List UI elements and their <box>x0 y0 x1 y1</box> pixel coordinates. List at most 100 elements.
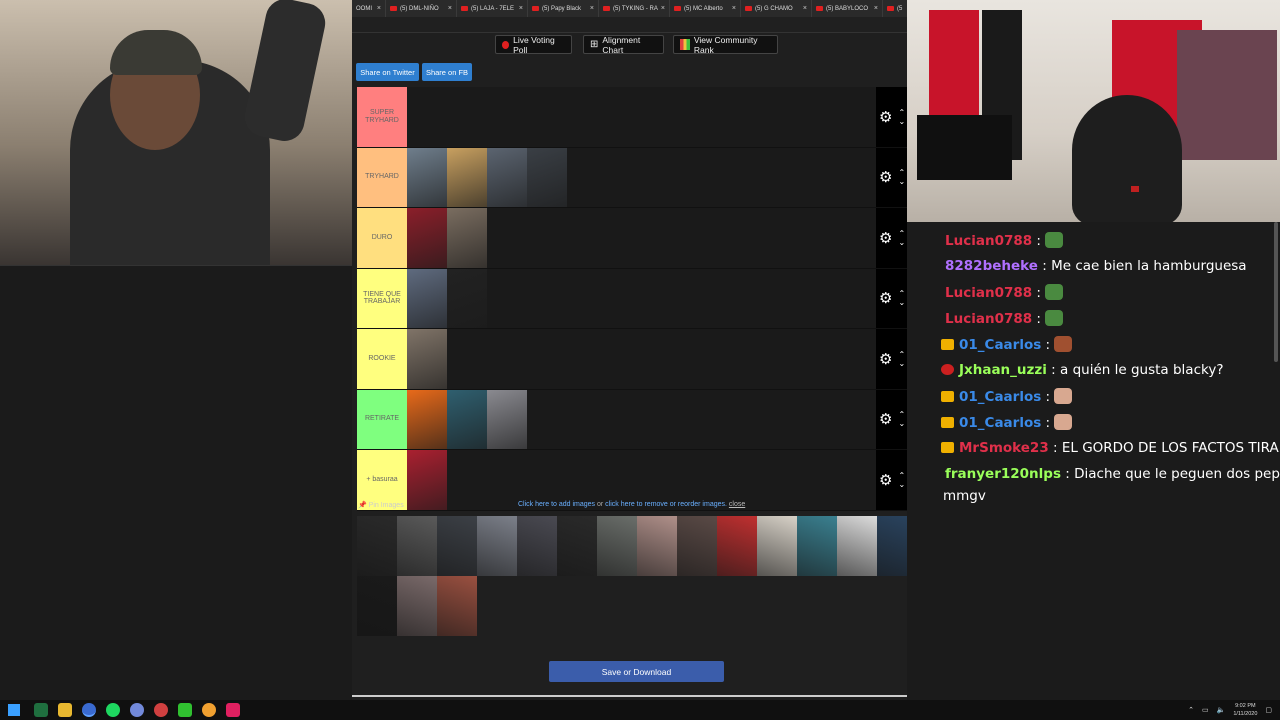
tier-image[interactable] <box>447 389 487 449</box>
close-icon[interactable]: × <box>377 5 381 12</box>
chat-username[interactable]: 8282beheke <box>945 258 1038 274</box>
gear-icon[interactable]: ⚙ <box>879 410 892 428</box>
chat-username[interactable]: 01_Caarlos <box>959 389 1041 405</box>
volume-icon[interactable]: 🔈 <box>1217 706 1226 714</box>
clock[interactable]: 9:02 PM 1/11/2020 <box>1233 702 1257 718</box>
tier-items[interactable] <box>407 268 914 328</box>
chevron-up-icon[interactable]: ⌃ <box>898 108 905 117</box>
live-voting-poll-button[interactable]: Live Voting Poll <box>495 35 572 55</box>
tier-items[interactable] <box>407 389 914 449</box>
close-icon[interactable]: × <box>590 5 594 12</box>
tier-image[interactable] <box>407 450 447 510</box>
windows-start-icon[interactable] <box>8 704 20 716</box>
chevron-up-icon[interactable]: ⌃ <box>898 471 905 480</box>
pool-image[interactable] <box>837 516 877 576</box>
gear-icon[interactable]: ⚙ <box>879 350 892 368</box>
close-icon[interactable]: × <box>874 5 878 12</box>
terminal-icon[interactable] <box>34 703 48 717</box>
tier-items[interactable] <box>407 147 914 207</box>
chat-username[interactable]: Lucian0788 <box>945 285 1032 301</box>
network-icon[interactable]: ▭ <box>1202 706 1209 714</box>
stream-app-icon[interactable] <box>178 703 192 717</box>
chevron-up-icon[interactable]: ⌃ <box>898 168 905 177</box>
chat-username[interactable]: 01_Caarlos <box>959 415 1041 431</box>
horizontal-scrollbar[interactable] <box>352 695 922 697</box>
tier-image[interactable] <box>487 147 527 207</box>
gear-icon[interactable]: ⚙ <box>879 229 892 247</box>
chevron-down-icon[interactable]: ⌄ <box>898 419 905 428</box>
tier-label[interactable]: SUPER TRYHARD <box>357 87 407 147</box>
chat-username[interactable]: franyer120nlps <box>945 466 1061 482</box>
browser-tab[interactable]: (5× <box>883 0 907 17</box>
pool-image[interactable] <box>477 516 517 576</box>
chevron-up-icon[interactable]: ⌃ <box>1188 706 1194 714</box>
chat-scrollbar[interactable] <box>1274 222 1278 362</box>
pin-images-toggle[interactable]: 📌 Pin Images <box>358 501 404 509</box>
tier-image[interactable] <box>407 389 447 449</box>
tiktok-icon[interactable] <box>226 703 240 717</box>
pool-image[interactable] <box>357 516 397 576</box>
pool-image[interactable] <box>397 576 437 636</box>
pool-image[interactable] <box>397 516 437 576</box>
tier-items[interactable] <box>407 87 914 147</box>
pool-image[interactable] <box>597 516 637 576</box>
tier-image[interactable] <box>407 208 447 268</box>
tier-image[interactable] <box>407 329 447 389</box>
close-link[interactable]: close <box>729 501 745 508</box>
gear-icon[interactable]: ⚙ <box>879 289 892 307</box>
chrome-icon[interactable] <box>82 703 96 717</box>
tier-label[interactable]: RETIRATE <box>357 389 407 449</box>
chevron-down-icon[interactable]: ⌄ <box>898 177 905 186</box>
chevron-up-icon[interactable]: ⌃ <box>898 350 905 359</box>
tier-image[interactable] <box>407 147 447 207</box>
browser-tab[interactable]: OOMI × <box>352 0 386 17</box>
tier-image[interactable] <box>447 268 487 328</box>
close-icon[interactable]: × <box>448 5 452 12</box>
pool-image[interactable] <box>717 516 757 576</box>
tier-image[interactable] <box>447 208 487 268</box>
chevron-down-icon[interactable]: ⌄ <box>898 359 905 368</box>
chevron-down-icon[interactable]: ⌄ <box>898 298 905 307</box>
share-fb-button[interactable]: Share on FB <box>422 63 472 81</box>
browser-tab[interactable]: (5) BABYLOCO × <box>812 0 883 17</box>
add-images-link[interactable]: Click here to add images <box>518 501 595 508</box>
notification-icon[interactable]: ▢ <box>1265 706 1272 714</box>
chevron-up-icon[interactable]: ⌃ <box>898 289 905 298</box>
browser-tab[interactable]: (5) G CHAMO × <box>741 0 812 17</box>
tier-image[interactable] <box>447 147 487 207</box>
chevron-down-icon[interactable]: ⌄ <box>898 480 905 489</box>
chevron-down-icon[interactable]: ⌄ <box>898 117 905 126</box>
chevron-up-icon[interactable]: ⌃ <box>898 410 905 419</box>
browser-icon[interactable] <box>202 703 216 717</box>
close-icon[interactable]: × <box>661 5 665 12</box>
browser-tab[interactable]: (5) Papy Black × <box>528 0 599 17</box>
tier-items[interactable] <box>407 208 914 268</box>
tier-label[interactable]: ROOKIE <box>357 329 407 389</box>
close-icon[interactable]: × <box>519 5 523 12</box>
gear-icon[interactable]: ⚙ <box>879 108 892 126</box>
chevron-up-icon[interactable]: ⌃ <box>898 229 905 238</box>
chrome-alt-icon[interactable] <box>154 703 168 717</box>
pool-image[interactable] <box>637 516 677 576</box>
pool-image[interactable] <box>757 516 797 576</box>
chat-username[interactable]: MrSmoke23 <box>959 440 1049 456</box>
browser-tab[interactable]: (5) MC Alberto × <box>670 0 741 17</box>
file-explorer-icon[interactable] <box>58 703 72 717</box>
pool-image[interactable] <box>437 516 477 576</box>
pool-image[interactable] <box>677 516 717 576</box>
share-twitter-button[interactable]: Share on Twitter <box>356 63 419 81</box>
view-community-rank-button[interactable]: View Community Rank <box>673 35 778 55</box>
pool-image[interactable] <box>357 576 397 636</box>
spotify-icon[interactable] <box>106 703 120 717</box>
tier-image[interactable] <box>527 147 567 207</box>
tier-items[interactable] <box>407 329 914 389</box>
chat-username[interactable]: Lucian0788 <box>945 233 1032 249</box>
pool-image[interactable] <box>517 516 557 576</box>
chat-username[interactable]: 01_Caarlos <box>959 337 1041 353</box>
tier-image[interactable] <box>407 268 447 328</box>
save-download-button[interactable]: Save or Download <box>549 661 724 682</box>
tier-image[interactable] <box>487 389 527 449</box>
tier-label[interactable]: TRYHARD <box>357 147 407 207</box>
browser-tab[interactable]: (5) TYKING - RA × <box>599 0 670 17</box>
chat-username[interactable]: Jxhaan_uzzi <box>959 362 1047 378</box>
